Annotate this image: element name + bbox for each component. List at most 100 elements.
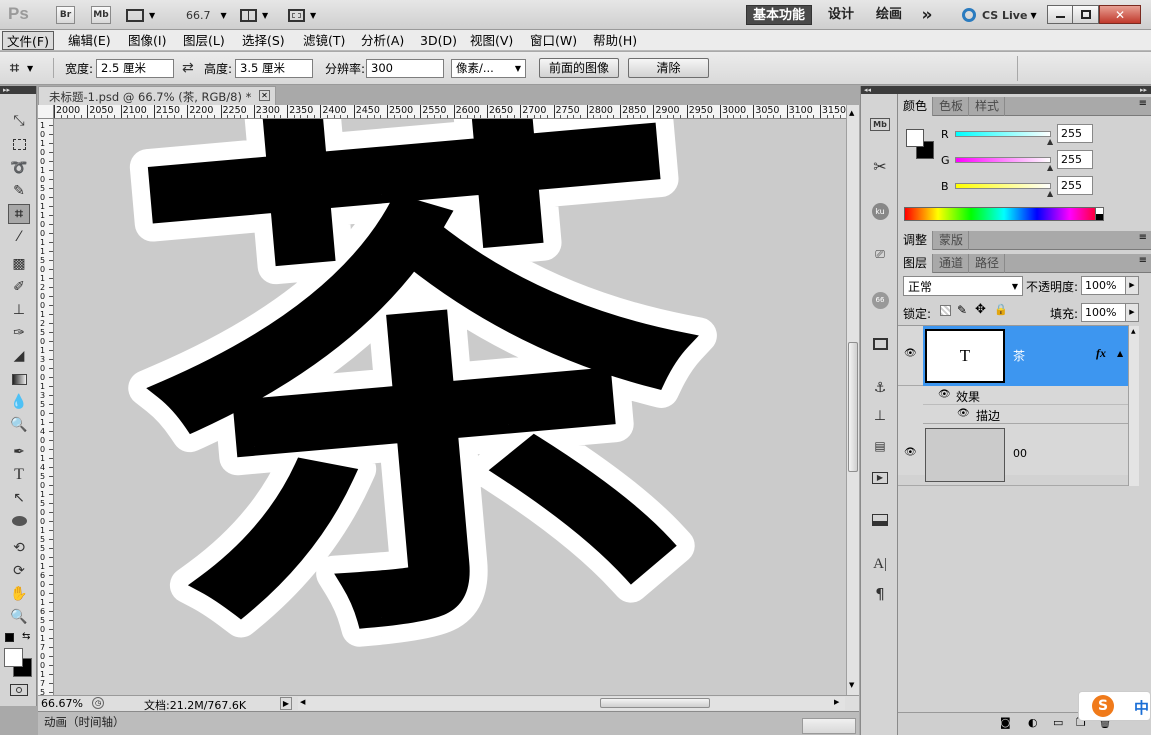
clone-stamp-tool[interactable]: ⊥: [8, 300, 30, 320]
blur-tool[interactable]: 💧: [8, 392, 30, 412]
menu-filter[interactable]: 滤镜(T): [299, 31, 349, 50]
scroll-up-icon[interactable]: ▲: [849, 109, 854, 117]
pen-tool[interactable]: ✒: [8, 442, 30, 462]
layers-scrollbar[interactable]: ▲: [1128, 326, 1139, 486]
lock-position-icon[interactable]: ✥: [975, 302, 986, 317]
minimize-button[interactable]: [1047, 5, 1073, 24]
layer-effect-stroke-row[interactable]: 👁 描边: [923, 405, 1128, 424]
status-menu-arrow-icon[interactable]: ▶: [280, 697, 292, 710]
brush-presets-panel-button[interactable]: ⚓: [869, 378, 891, 398]
type-tool[interactable]: T: [8, 465, 30, 485]
marquee-tool[interactable]: [8, 134, 30, 154]
mini-bridge-panel-button[interactable]: Mb: [869, 114, 891, 134]
workspace-painting[interactable]: 绘画: [868, 5, 910, 25]
panel-menu-icon[interactable]: ≡: [1139, 255, 1147, 266]
opacity-field[interactable]: 100% ▶: [1081, 276, 1139, 295]
spectrum-bw-strip[interactable]: [1095, 207, 1104, 221]
crop-tool[interactable]: ⌗: [8, 204, 30, 224]
tab-swatches[interactable]: 色板: [934, 97, 970, 116]
workspace-essentials[interactable]: 基本功能: [746, 5, 812, 25]
brush-tool[interactable]: ✐: [8, 277, 30, 297]
resolution-unit-select[interactable]: 像素/... ▼: [451, 59, 526, 78]
scroll-up-icon[interactable]: ▲: [1131, 328, 1136, 335]
tab-styles[interactable]: 样式: [970, 97, 1006, 116]
cs-live-button[interactable]: CS Live ▼: [962, 6, 1040, 24]
blend-mode-select[interactable]: 正常 ▼: [903, 276, 1023, 296]
layer-fx-badge[interactable]: fx: [1096, 346, 1106, 361]
foreground-color-swatch[interactable]: [4, 648, 23, 667]
clone-source-panel-button[interactable]: ⊥: [869, 406, 891, 426]
mini-bridge-button[interactable]: Mb: [91, 6, 111, 24]
lasso-tool[interactable]: ➰: [8, 158, 30, 178]
red-slider[interactable]: [955, 131, 1051, 137]
close-button[interactable]: ✕: [1099, 5, 1141, 24]
spot-healing-tool[interactable]: ▩: [8, 254, 30, 274]
document-canvas[interactable]: 茶 茶: [54, 119, 846, 695]
path-selection-tool[interactable]: ↖: [8, 488, 30, 508]
arrange-documents-button[interactable]: ▼: [240, 7, 274, 23]
width-field[interactable]: 2.5 厘米: [96, 59, 174, 78]
menu-window[interactable]: 窗口(W): [526, 31, 581, 50]
document-tab[interactable]: 未标题-1.psd @ 66.7% (茶, RGB/8) * ✕: [38, 86, 276, 105]
green-slider-handle[interactable]: ▲: [1047, 163, 1053, 172]
scroll-left-icon[interactable]: ◀: [300, 698, 305, 706]
eyedropper-tool[interactable]: ⁄: [8, 227, 30, 247]
close-document-icon[interactable]: ✕: [259, 90, 270, 101]
green-value-field[interactable]: 255: [1057, 150, 1093, 169]
3d-orbit-tool[interactable]: ⟳: [8, 561, 30, 581]
red-value-field[interactable]: 255: [1057, 124, 1093, 143]
gradient-tool[interactable]: [8, 369, 30, 389]
navigator-panel-button[interactable]: [869, 334, 891, 354]
horizontal-scroll-thumb[interactable]: [600, 698, 710, 708]
fx-expand-icon[interactable]: ▲: [1117, 349, 1123, 358]
quick-mask-button[interactable]: [10, 684, 28, 696]
status-info-icon[interactable]: ◷: [92, 697, 104, 709]
character-panel-button[interactable]: A|: [869, 554, 891, 574]
scroll-right-icon[interactable]: ▶: [834, 698, 839, 706]
menu-analysis[interactable]: 分析(A): [357, 31, 408, 50]
tab-layers[interactable]: 图层: [898, 254, 934, 273]
minimized-panel-indicator[interactable]: [802, 718, 856, 734]
menu-select[interactable]: 选择(S): [238, 31, 289, 50]
history-brush-tool[interactable]: ✑: [8, 323, 30, 343]
tab-paths[interactable]: 路径: [970, 254, 1006, 273]
vertical-scroll-thumb[interactable]: [848, 342, 858, 472]
color-foreground-swatch[interactable]: [906, 129, 924, 147]
layer-effects-row[interactable]: 👁 效果: [923, 386, 1128, 405]
menu-edit[interactable]: 编辑(E): [64, 31, 115, 50]
layer-row-background[interactable]: 👁 00: [898, 424, 1128, 486]
vertical-scrollbar[interactable]: ▲ ▼: [846, 105, 859, 695]
menu-help[interactable]: 帮助(H): [589, 31, 641, 50]
hand-tool[interactable]: ✋: [8, 584, 30, 604]
3d-rotate-tool[interactable]: ⟲: [8, 538, 30, 558]
panel-menu-icon[interactable]: ≡: [1139, 98, 1147, 109]
opacity-arrow-icon[interactable]: ▶: [1125, 277, 1138, 294]
kuler-panel-button[interactable]: ku: [869, 201, 891, 221]
maximize-button[interactable]: [1073, 5, 1099, 24]
lock-pixels-icon[interactable]: ✎: [957, 303, 967, 317]
history-panel-button[interactable]: ⎚: [869, 244, 891, 264]
visibility-eye-icon[interactable]: 👁: [904, 447, 917, 459]
swap-dimensions-icon[interactable]: ⇄: [182, 60, 194, 76]
lock-all-icon[interactable]: 🔒: [994, 303, 1008, 316]
blue-slider[interactable]: [955, 183, 1051, 189]
stroke-visibility-eye-icon[interactable]: 👁: [957, 408, 970, 419]
actions-panel-button[interactable]: 66: [869, 290, 891, 310]
menu-3d[interactable]: 3D(D): [416, 31, 461, 50]
tab-channels[interactable]: 通道: [934, 254, 970, 273]
new-group-icon[interactable]: ▭: [1053, 716, 1063, 729]
tools-presets-panel-button[interactable]: ✂: [869, 156, 891, 176]
fill-arrow-icon[interactable]: ▶: [1125, 304, 1138, 321]
layer-name[interactable]: 00: [1013, 447, 1027, 460]
zoom-tool[interactable]: 🔍: [8, 607, 30, 627]
green-slider[interactable]: [955, 157, 1051, 163]
blue-slider-handle[interactable]: ▲: [1047, 189, 1053, 198]
animation-panel-button[interactable]: ▶: [869, 468, 891, 488]
adjustment-layer-icon[interactable]: ◐: [1028, 716, 1038, 729]
animation-timeline-tab[interactable]: 动画（时间轴）: [44, 714, 125, 730]
menu-file[interactable]: 文件(F): [2, 31, 54, 50]
height-field[interactable]: 3.5 厘米: [235, 59, 313, 78]
quick-selection-tool[interactable]: ✎: [8, 181, 30, 201]
red-slider-handle[interactable]: ▲: [1047, 137, 1053, 146]
bridge-button[interactable]: Br: [56, 6, 75, 24]
